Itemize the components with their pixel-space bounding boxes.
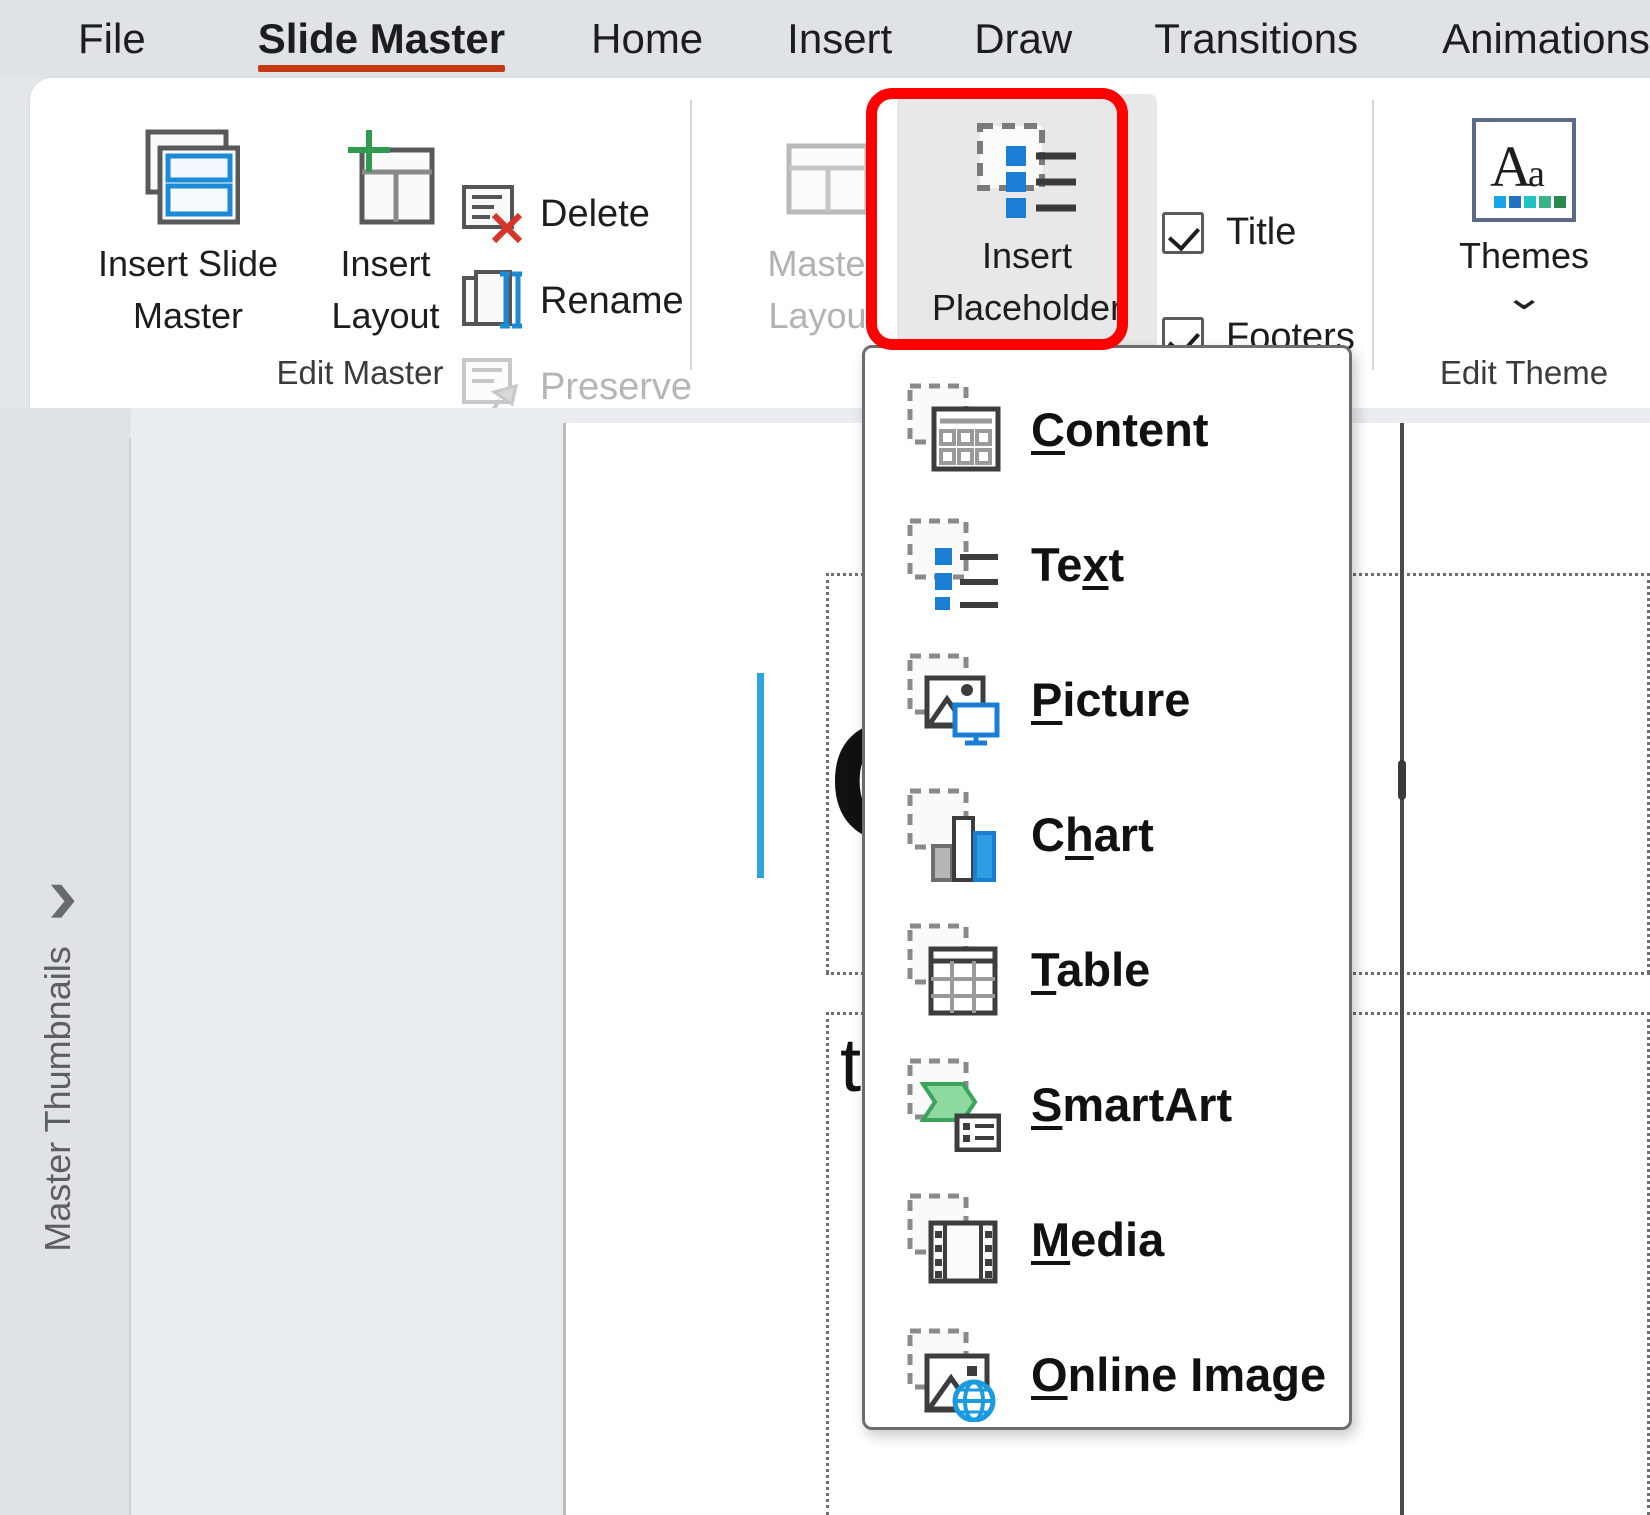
rename-master-button[interactable]: Rename: [460, 270, 684, 332]
master-layout-icon: [771, 118, 875, 238]
title-checkbox-label: Title: [1226, 211, 1296, 254]
menu-item-content-label: Content: [1031, 402, 1209, 457]
tab-draw-label: Draw: [974, 15, 1072, 62]
insert-slide-master-button[interactable]: Insert Slide Master: [68, 118, 308, 342]
menu-item-smartart[interactable]: SmartArt: [865, 1037, 1349, 1172]
chart-placeholder-icon: [907, 788, 1001, 882]
tab-file-label: File: [78, 15, 146, 62]
text-placeholder-icon: [907, 518, 1001, 612]
menu-item-online-image[interactable]: Online Image: [865, 1307, 1349, 1442]
powerpoint-slide-master-window: File Slide Master Home Insert Draw Trans…: [0, 0, 1650, 1515]
ribbon-group-edit-theme: A a Themes ⌄ Edit Theme: [1374, 78, 1650, 408]
menu-item-picture-label: Picture: [1031, 672, 1190, 727]
slide-left-edge-line: [1400, 423, 1404, 1515]
menu-item-media[interactable]: Media: [865, 1172, 1349, 1307]
insert-layout-icon: [334, 118, 438, 238]
online-image-placeholder-icon: [907, 1328, 1001, 1422]
menu-item-picture[interactable]: Picture: [865, 632, 1349, 767]
edit-master-group-label: Edit Master: [30, 354, 690, 392]
tab-draw[interactable]: Draw: [944, 0, 1102, 78]
menu-item-table[interactable]: Table: [865, 902, 1349, 1037]
delete-icon: [460, 183, 526, 245]
slide-accent-bar: [757, 673, 764, 878]
table-placeholder-icon: [907, 923, 1001, 1017]
menu-item-media-label: Media: [1031, 1212, 1164, 1267]
menu-item-content[interactable]: Content: [865, 362, 1349, 497]
smartart-placeholder-icon: [907, 1058, 1001, 1152]
insert-layout-label: Insert Layout: [331, 238, 439, 342]
delete-master-button[interactable]: Delete: [460, 183, 650, 245]
menu-item-table-label: Table: [1031, 942, 1150, 997]
menu-item-smartart-label: SmartArt: [1031, 1077, 1232, 1132]
tab-animations[interactable]: Animations: [1412, 0, 1650, 78]
insert-layout-button[interactable]: Insert Layout: [308, 118, 463, 342]
tab-transitions[interactable]: Transitions: [1124, 0, 1388, 78]
svg-text:A: A: [1490, 134, 1532, 199]
picture-placeholder-icon: [907, 653, 1001, 747]
title-checkbox[interactable]: [1162, 212, 1204, 254]
menu-item-chart[interactable]: Chart: [865, 767, 1349, 902]
tab-slide-master-label: Slide Master: [258, 15, 505, 62]
rename-label: Rename: [540, 280, 684, 323]
content-placeholder-icon: [907, 383, 1001, 477]
tab-insert[interactable]: Insert: [757, 0, 922, 78]
tab-animations-label: Animations: [1442, 15, 1650, 62]
insert-slide-master-icon: [136, 118, 240, 238]
themes-button[interactable]: A a Themes ⌄: [1414, 110, 1634, 312]
ribbon-panel: Insert Slide Master Insert Layout: [30, 78, 1650, 408]
tab-home[interactable]: Home: [561, 0, 733, 78]
ribbon-group-edit-master: Insert Slide Master Insert Layout: [30, 78, 690, 408]
media-placeholder-icon: [907, 1193, 1001, 1287]
tab-transitions-label: Transitions: [1154, 15, 1358, 62]
delete-label: Delete: [540, 193, 650, 236]
expand-thumbnails-chevron-right-icon[interactable]: ❯: [46, 881, 80, 918]
master-thumbnails-rail[interactable]: ❯ Master Thumbnails: [0, 408, 130, 1515]
insert-placeholder-label: Insert Placeholder: [932, 230, 1122, 334]
insert-placeholder-icon: [972, 110, 1082, 230]
insert-slide-master-label: Insert Slide Master: [98, 238, 278, 342]
master-layout-button[interactable]: Master Layout: [740, 118, 905, 342]
tab-home-label: Home: [591, 15, 703, 62]
master-layout-label: Master Layout: [767, 238, 877, 342]
tab-insert-label: Insert: [787, 15, 892, 62]
insert-placeholder-button[interactable]: Insert Placeholder: [897, 110, 1157, 334]
ribbon-tab-bar: File Slide Master Home Insert Draw Trans…: [0, 0, 1650, 78]
themes-label: Themes: [1459, 230, 1589, 282]
themes-chevron-down-icon[interactable]: ⌄: [1503, 282, 1545, 312]
menu-item-text[interactable]: Text: [865, 497, 1349, 632]
active-tab-indicator: [258, 65, 505, 72]
master-thumbnails-label: Master Thumbnails: [37, 929, 79, 1269]
tab-slide-master[interactable]: Slide Master: [228, 0, 535, 78]
tab-file[interactable]: File: [48, 0, 176, 78]
edit-theme-group-label: Edit Theme: [1374, 354, 1650, 392]
insert-placeholder-dropdown-menu: Content Text: [862, 345, 1352, 1430]
rename-icon: [460, 270, 526, 332]
menu-item-chart-label: Chart: [1031, 807, 1154, 862]
title-checkbox-row[interactable]: Title: [1162, 211, 1296, 254]
svg-text:a: a: [1528, 153, 1545, 195]
vertical-scrollbar-thumb[interactable]: [1398, 760, 1406, 800]
menu-item-online-image-label: Online Image: [1031, 1347, 1326, 1402]
menu-item-text-label: Text: [1031, 537, 1124, 592]
themes-icon: A a: [1470, 110, 1578, 230]
